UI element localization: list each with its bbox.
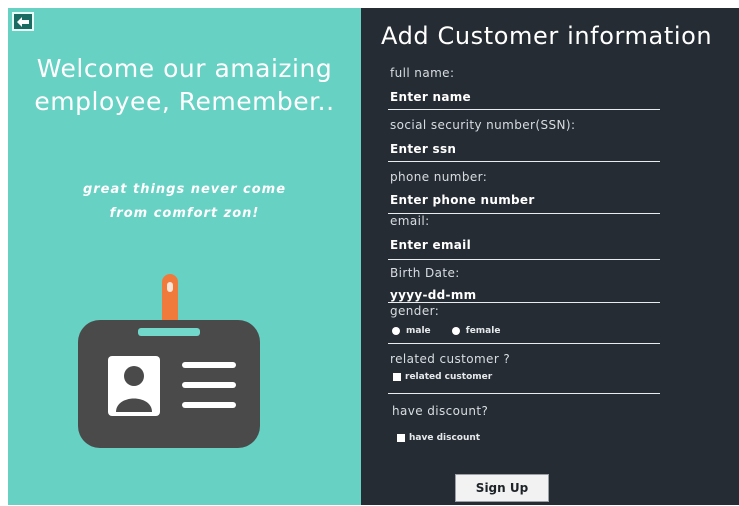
phone-label: phone number: (390, 170, 488, 184)
discount-label: have discount? (392, 404, 489, 418)
sign-up-button[interactable]: Sign Up (455, 474, 549, 502)
customer-form-panel: Add Customer information full name: Ente… (361, 8, 739, 505)
gender-option-male-label: male (406, 326, 431, 336)
email-underline (388, 259, 660, 260)
welcome-heading-line2: employee, Remember.. (34, 87, 335, 116)
back-arrow-icon (17, 16, 29, 27)
checkbox-icon (393, 373, 401, 381)
full-name-label: full name: (390, 66, 455, 80)
gender-option-female[interactable]: female (451, 326, 501, 336)
have-discount-checkbox[interactable]: have discount (397, 433, 480, 443)
related-customer-label: related customer ? (390, 352, 511, 366)
gender-option-female-label: female (465, 326, 501, 336)
motto-line1: great things never come (82, 182, 287, 197)
related-customer-underline (388, 393, 660, 394)
gender-option-male[interactable]: male (392, 326, 431, 336)
related-customer-checkbox-label: related customer (405, 372, 493, 382)
motto-text: great things never come from comfort zon… (18, 178, 351, 226)
welcome-panel: Welcome our amaizing employee, Remember.… (8, 8, 361, 505)
email-label: email: (390, 214, 430, 228)
phone-field[interactable]: Enter phone number (390, 193, 660, 207)
gender-options: male female (392, 326, 518, 338)
gender-underline (388, 343, 660, 344)
form-title: Add Customer information (381, 22, 713, 50)
radio-dot-icon (451, 327, 460, 335)
ssn-field[interactable]: Enter ssn (390, 142, 660, 156)
related-customer-checkbox[interactable]: related customer (393, 372, 492, 382)
birth-date-field[interactable]: yyyy-dd-mm (390, 288, 660, 302)
full-name-field[interactable]: Enter name (390, 90, 660, 104)
checkbox-icon (397, 434, 405, 442)
motto-line2: from comfort zon! (109, 206, 260, 221)
ssn-label: social security number(SSN): (390, 118, 576, 132)
back-button[interactable] (12, 12, 34, 31)
full-name-underline (388, 109, 660, 110)
email-field[interactable]: Enter email (390, 238, 660, 252)
birth-date-underline (388, 302, 660, 303)
radio-dot-icon (392, 327, 400, 335)
birth-date-label: Birth Date: (390, 266, 460, 280)
gender-label: gender: (390, 304, 440, 318)
id-badge-icon (78, 274, 260, 448)
ssn-underline (388, 161, 660, 162)
welcome-heading-line1: Welcome our amaizing (36, 54, 333, 83)
welcome-heading: Welcome our amaizing employee, Remember.… (18, 52, 351, 118)
have-discount-checkbox-label: have discount (409, 433, 481, 443)
